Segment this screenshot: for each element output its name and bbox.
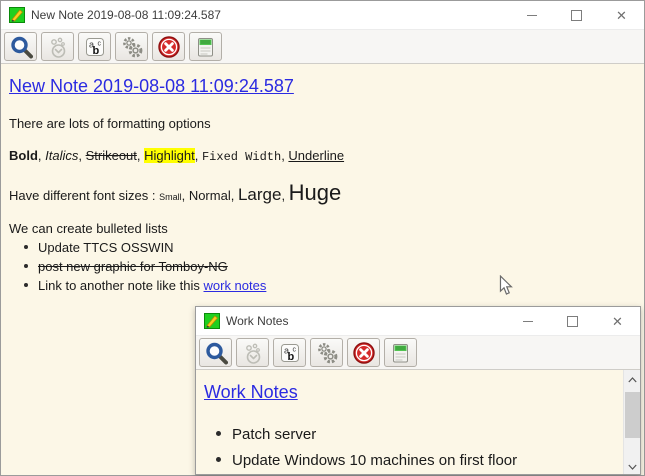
delete-cross-icon (157, 35, 181, 59)
main-toolbar: a c b (1, 30, 644, 64)
separator: , (231, 188, 238, 203)
note-title-link[interactable]: Work Notes (204, 382, 298, 403)
bullet-icon (216, 457, 221, 462)
font-sizes-line: Have different font sizes : Small, Norma… (9, 180, 636, 206)
small-sample: Small (159, 192, 182, 202)
list-item-text: Update TTCS OSSWIN (38, 240, 174, 255)
underline-sample: Underline (288, 148, 344, 163)
work-toolbar: a c b (196, 336, 640, 370)
highlight-sample: Highlight (144, 148, 195, 163)
close-icon: ✕ (612, 315, 623, 328)
app-icon (9, 7, 25, 23)
notebook-button[interactable] (384, 338, 417, 367)
bulleted-list-block: We can create bulleted lists Update TTCS… (9, 221, 636, 293)
maximize-icon (567, 316, 578, 327)
vertical-scrollbar[interactable] (623, 370, 640, 474)
app-icon (204, 313, 220, 329)
fixed-width-sample: Fixed Width (202, 150, 281, 164)
work-notes-link[interactable]: work notes (204, 278, 267, 293)
minimize-button[interactable] (509, 1, 554, 29)
huge-sample: Huge (289, 180, 342, 206)
scroll-down-button[interactable] (624, 457, 640, 474)
spellcheck-abc-icon: a c b (83, 35, 107, 59)
main-titlebar[interactable]: New Note 2019-08-08 11:09:24.587 ✕ (1, 1, 644, 30)
list-item: Link to another note like this work note… (9, 278, 636, 293)
note-title-link[interactable]: New Note 2019-08-08 11:09:24.587 (9, 76, 294, 97)
dropdown-circles-icon (46, 35, 70, 59)
scrollbar-thumb[interactable] (625, 392, 640, 438)
list-intro: We can create bulleted lists (9, 221, 636, 236)
svg-text:b: b (287, 351, 294, 363)
spellcheck-abc-icon: a c b (278, 341, 302, 365)
list-item: Patch server (204, 426, 618, 443)
work-window-title: Work Notes (226, 314, 288, 328)
work-window-controls: ✕ (505, 307, 640, 335)
intro-paragraph: There are lots of formatting options (9, 116, 636, 131)
large-sample: Large (238, 185, 281, 205)
spellcheck-button[interactable]: a c b (273, 338, 306, 367)
bullet-icon (216, 431, 221, 436)
bullet-icon (24, 264, 28, 268)
gears-icon (120, 35, 144, 59)
bold-sample: Bold (9, 148, 38, 163)
search-button[interactable] (4, 32, 37, 61)
list-item-text: post new graphic for Tomboy-NG (38, 259, 228, 274)
search-icon (9, 35, 33, 59)
work-notes-window: Work Notes ✕ a (195, 306, 641, 475)
minimize-icon (527, 15, 537, 16)
font-sizes-label: Have different font sizes : (9, 188, 159, 203)
scroll-up-icon (628, 370, 637, 388)
formatting-samples-line: Bold, Italics, Strikeout, Highlight, Fix… (9, 148, 636, 164)
separator: , (78, 148, 85, 163)
delete-note-button[interactable] (152, 32, 185, 61)
minimize-icon (523, 321, 533, 322)
scroll-down-icon (628, 457, 637, 475)
search-icon (204, 341, 228, 365)
delete-note-button[interactable] (347, 338, 380, 367)
link-lead-text: Link to another note like this (38, 278, 204, 293)
list-item-text: Link to another note like this work note… (38, 278, 266, 293)
notebook-icon (194, 35, 218, 59)
notebook-icon (389, 341, 413, 365)
close-button[interactable]: ✕ (599, 1, 644, 29)
notebook-button[interactable] (189, 32, 222, 61)
separator: , (281, 188, 288, 203)
delete-cross-icon (352, 341, 376, 365)
list-item-text: Patch server (232, 426, 316, 443)
gears-icon (315, 341, 339, 365)
close-icon: ✕ (616, 9, 627, 22)
close-button[interactable]: ✕ (595, 307, 640, 335)
dropdown-button[interactable] (236, 338, 269, 367)
maximize-button[interactable] (554, 1, 599, 29)
tools-button[interactable] (310, 338, 343, 367)
dropdown-button[interactable] (41, 32, 74, 61)
spellcheck-button[interactable]: a c b (78, 32, 111, 61)
main-window-title: New Note 2019-08-08 11:09:24.587 (31, 8, 221, 22)
dropdown-circles-icon (241, 341, 265, 365)
italics-sample: Italics (45, 148, 78, 163)
maximize-button[interactable] (550, 307, 595, 335)
maximize-icon (571, 10, 582, 21)
scroll-up-button[interactable] (624, 370, 640, 387)
tools-button[interactable] (115, 32, 148, 61)
search-button[interactable] (199, 338, 232, 367)
bullet-icon (24, 283, 28, 287)
work-titlebar[interactable]: Work Notes ✕ (196, 307, 640, 336)
list-item-text: Update Windows 10 machines on first floo… (232, 452, 517, 469)
main-window-controls: ✕ (509, 1, 644, 29)
svg-text:b: b (92, 45, 99, 57)
list-item: post new graphic for Tomboy-NG (9, 259, 636, 274)
separator: , (182, 188, 189, 203)
list-item: Update TTCS OSSWIN (9, 240, 636, 255)
list-item: Update Windows 10 machines on first floo… (204, 452, 618, 469)
work-note-editor[interactable]: Work Notes Patch server Update Windows 1… (196, 370, 640, 474)
minimize-button[interactable] (505, 307, 550, 335)
bullet-icon (24, 245, 28, 249)
separator: , (195, 148, 202, 163)
normal-sample: Normal (189, 188, 231, 203)
work-bulleted-list: Patch server Update Windows 10 machines … (204, 426, 618, 469)
strikeout-sample: Strikeout (86, 148, 137, 163)
